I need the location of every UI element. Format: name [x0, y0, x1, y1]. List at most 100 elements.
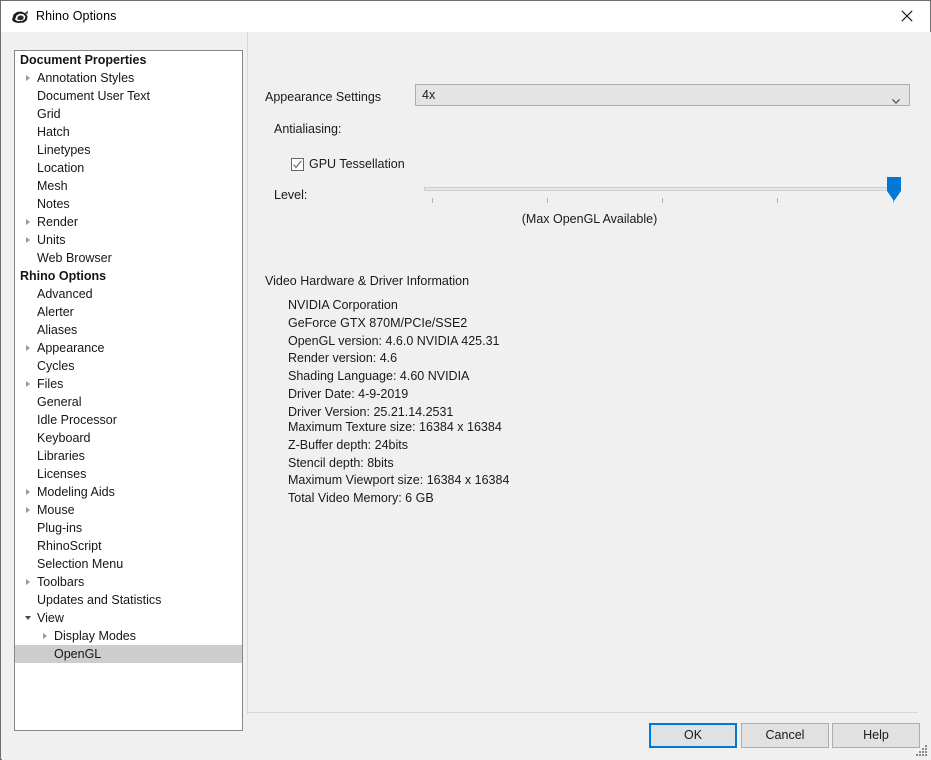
sidebar-item-rhino-options[interactable]: Rhino Options	[15, 267, 242, 285]
chevron-right-icon[interactable]	[38, 627, 52, 645]
sidebar-item-notes[interactable]: Notes	[15, 195, 242, 213]
sidebar-item-keyboard[interactable]: Keyboard	[15, 429, 242, 447]
sidebar-item-label: Cycles	[37, 359, 75, 373]
chevron-right-icon[interactable]	[21, 573, 35, 591]
sidebar-item-document-user-text[interactable]: Document User Text	[15, 87, 242, 105]
checkbox-box[interactable]	[291, 157, 304, 171]
chevron-right-icon[interactable]	[21, 483, 35, 501]
sidebar-item-label: Updates and Statistics	[37, 593, 162, 607]
sidebar-item-web-browser[interactable]: Web Browser	[15, 249, 242, 267]
sidebar-item-label: Appearance	[37, 341, 105, 355]
sidebar-item-opengl[interactable]: OpenGL	[15, 645, 242, 663]
sidebar-item-units[interactable]: Units	[15, 231, 242, 249]
sidebar-item-document-properties[interactable]: Document Properties	[15, 51, 242, 69]
sidebar-item-label: OpenGL	[54, 647, 102, 661]
sidebar-item-hatch[interactable]: Hatch	[15, 123, 242, 141]
horizontal-divider	[248, 712, 918, 713]
sidebar-item-label: Document User Text	[37, 89, 151, 103]
opengl-settings-panel: Appearance Settings Antialiasing: 4x GPU…	[248, 32, 931, 712]
sidebar-item-label: Plug-ins	[37, 521, 83, 535]
close-icon[interactable]	[884, 1, 930, 31]
slider-tick	[777, 198, 778, 203]
level-label: Level:	[274, 188, 308, 202]
sidebar-item-label: Licenses	[37, 467, 87, 481]
sidebar-item-mouse[interactable]: Mouse	[15, 501, 242, 519]
help-button[interactable]: Help	[832, 723, 920, 748]
sidebar-item-alerter[interactable]: Alerter	[15, 303, 242, 321]
sidebar-item-cycles[interactable]: Cycles	[15, 357, 242, 375]
sidebar-item-rhinoscript[interactable]: RhinoScript	[15, 537, 242, 555]
options-tree[interactable]: Document Properties Annotation Styles Docu…	[14, 50, 243, 731]
sidebar-item-grid[interactable]: Grid	[15, 105, 242, 123]
sidebar-item-display-modes[interactable]: Display Modes	[15, 627, 242, 645]
sidebar-item-label: Aliases	[37, 323, 78, 337]
sidebar-item-appearance[interactable]: Appearance	[15, 339, 242, 357]
chevron-right-icon[interactable]	[21, 375, 35, 393]
sidebar-item-label: Files	[37, 377, 64, 391]
sidebar-item-render[interactable]: Render	[15, 213, 242, 231]
appearance-settings-title: Appearance Settings	[265, 90, 382, 104]
sidebar-item-label: General	[37, 395, 82, 409]
level-slider-track[interactable]	[424, 187, 894, 191]
video-hardware-list: NVIDIA Corporation GeForce GTX 870M/PCIe/…	[288, 297, 499, 422]
video-capabilities-list: Maximum Texture size: 16384 x 16384 Z-Buf…	[288, 419, 509, 508]
sidebar-item-label: Units	[37, 233, 66, 247]
sidebar-item-aliases[interactable]: Aliases	[15, 321, 242, 339]
title-bar: Rhino Options	[1, 1, 930, 32]
sidebar-item-general[interactable]: General	[15, 393, 242, 411]
chevron-right-icon[interactable]	[21, 501, 35, 519]
sidebar-item-linetypes[interactable]: Linetypes	[15, 141, 242, 159]
sidebar-item-label: Annotation Styles	[37, 71, 135, 85]
sidebar-item-location[interactable]: Location	[15, 159, 242, 177]
sidebar-item-label: Render	[37, 215, 78, 229]
hardware-info-line: Z-Buffer depth: 24bits	[288, 437, 408, 452]
gpu-tessellation-label: GPU Tessellation	[309, 157, 405, 171]
level-slider-thumb[interactable]	[887, 177, 901, 202]
sidebar-item-files[interactable]: Files	[15, 375, 242, 393]
chevron-right-icon[interactable]	[21, 339, 35, 357]
sidebar-item-label: RhinoScript	[37, 539, 102, 553]
hardware-info-line: NVIDIA Corporation	[288, 298, 398, 312]
sidebar-item-label: Advanced	[37, 287, 93, 301]
slider-tick	[432, 198, 433, 203]
chevron-right-icon[interactable]	[21, 231, 35, 249]
sidebar-item-label: Notes	[37, 197, 70, 211]
chevron-down-icon[interactable]	[21, 609, 35, 627]
resize-grip[interactable]	[914, 743, 928, 757]
hardware-info-line: Maximum Viewport size: 16384 x 16384	[288, 473, 510, 488]
sidebar-item-idle-processor[interactable]: Idle Processor	[15, 411, 242, 429]
hardware-info-line: OpenGL version: 4.6.0 NVIDIA 425.31	[288, 333, 500, 348]
chevron-right-icon[interactable]	[21, 213, 35, 231]
sidebar-item-annotation-styles[interactable]: Annotation Styles	[15, 69, 242, 87]
antialiasing-select[interactable]: 4x	[415, 84, 910, 106]
hardware-info-line: Shading Language: 4.60 NVIDIA	[288, 369, 470, 384]
sidebar-item-label: Libraries	[37, 449, 85, 463]
sidebar-item-label: Alerter	[37, 305, 74, 319]
sidebar-item-selection-menu[interactable]: Selection Menu	[15, 555, 242, 573]
sidebar-item-licenses[interactable]: Licenses	[15, 465, 242, 483]
sidebar-item-toolbars[interactable]: Toolbars	[15, 573, 242, 591]
sidebar-item-label: Toolbars	[37, 575, 85, 589]
sidebar-item-plug-ins[interactable]: Plug-ins	[15, 519, 242, 537]
ok-button[interactable]: OK	[649, 723, 737, 748]
sidebar-item-libraries[interactable]: Libraries	[15, 447, 242, 465]
video-hardware-title: Video Hardware & Driver Information	[265, 274, 470, 288]
sidebar-item-advanced[interactable]: Advanced	[15, 285, 242, 303]
gpu-tessellation-checkbox[interactable]: GPU Tessellation	[291, 156, 405, 172]
sidebar-item-modeling-aids[interactable]: Modeling Aids	[15, 483, 242, 501]
chevron-right-icon[interactable]	[21, 69, 35, 87]
window-title: Rhino Options	[36, 9, 117, 23]
cancel-button[interactable]: Cancel	[741, 723, 829, 748]
sidebar-item-view[interactable]: View	[15, 609, 242, 627]
rhino-options-dialog: Rhino Options Document Properties Annotat…	[0, 0, 931, 760]
sidebar-item-mesh[interactable]: Mesh	[15, 177, 242, 195]
antialiasing-selected-value: 4x	[422, 88, 436, 102]
sidebar-item-label: Mesh	[37, 179, 68, 193]
hardware-info-line: Total Video Memory: 6 GB	[288, 491, 434, 506]
sidebar-item-label: Hatch	[37, 125, 70, 139]
rhino-logo-icon	[10, 7, 30, 27]
hardware-info-line: Maximum Texture size: 16384 x 16384	[288, 420, 502, 434]
sidebar-item-label: Selection Menu	[37, 557, 124, 571]
sidebar-item-label: Keyboard	[37, 431, 91, 445]
sidebar-item-updates-and-statistics[interactable]: Updates and Statistics	[15, 591, 242, 609]
